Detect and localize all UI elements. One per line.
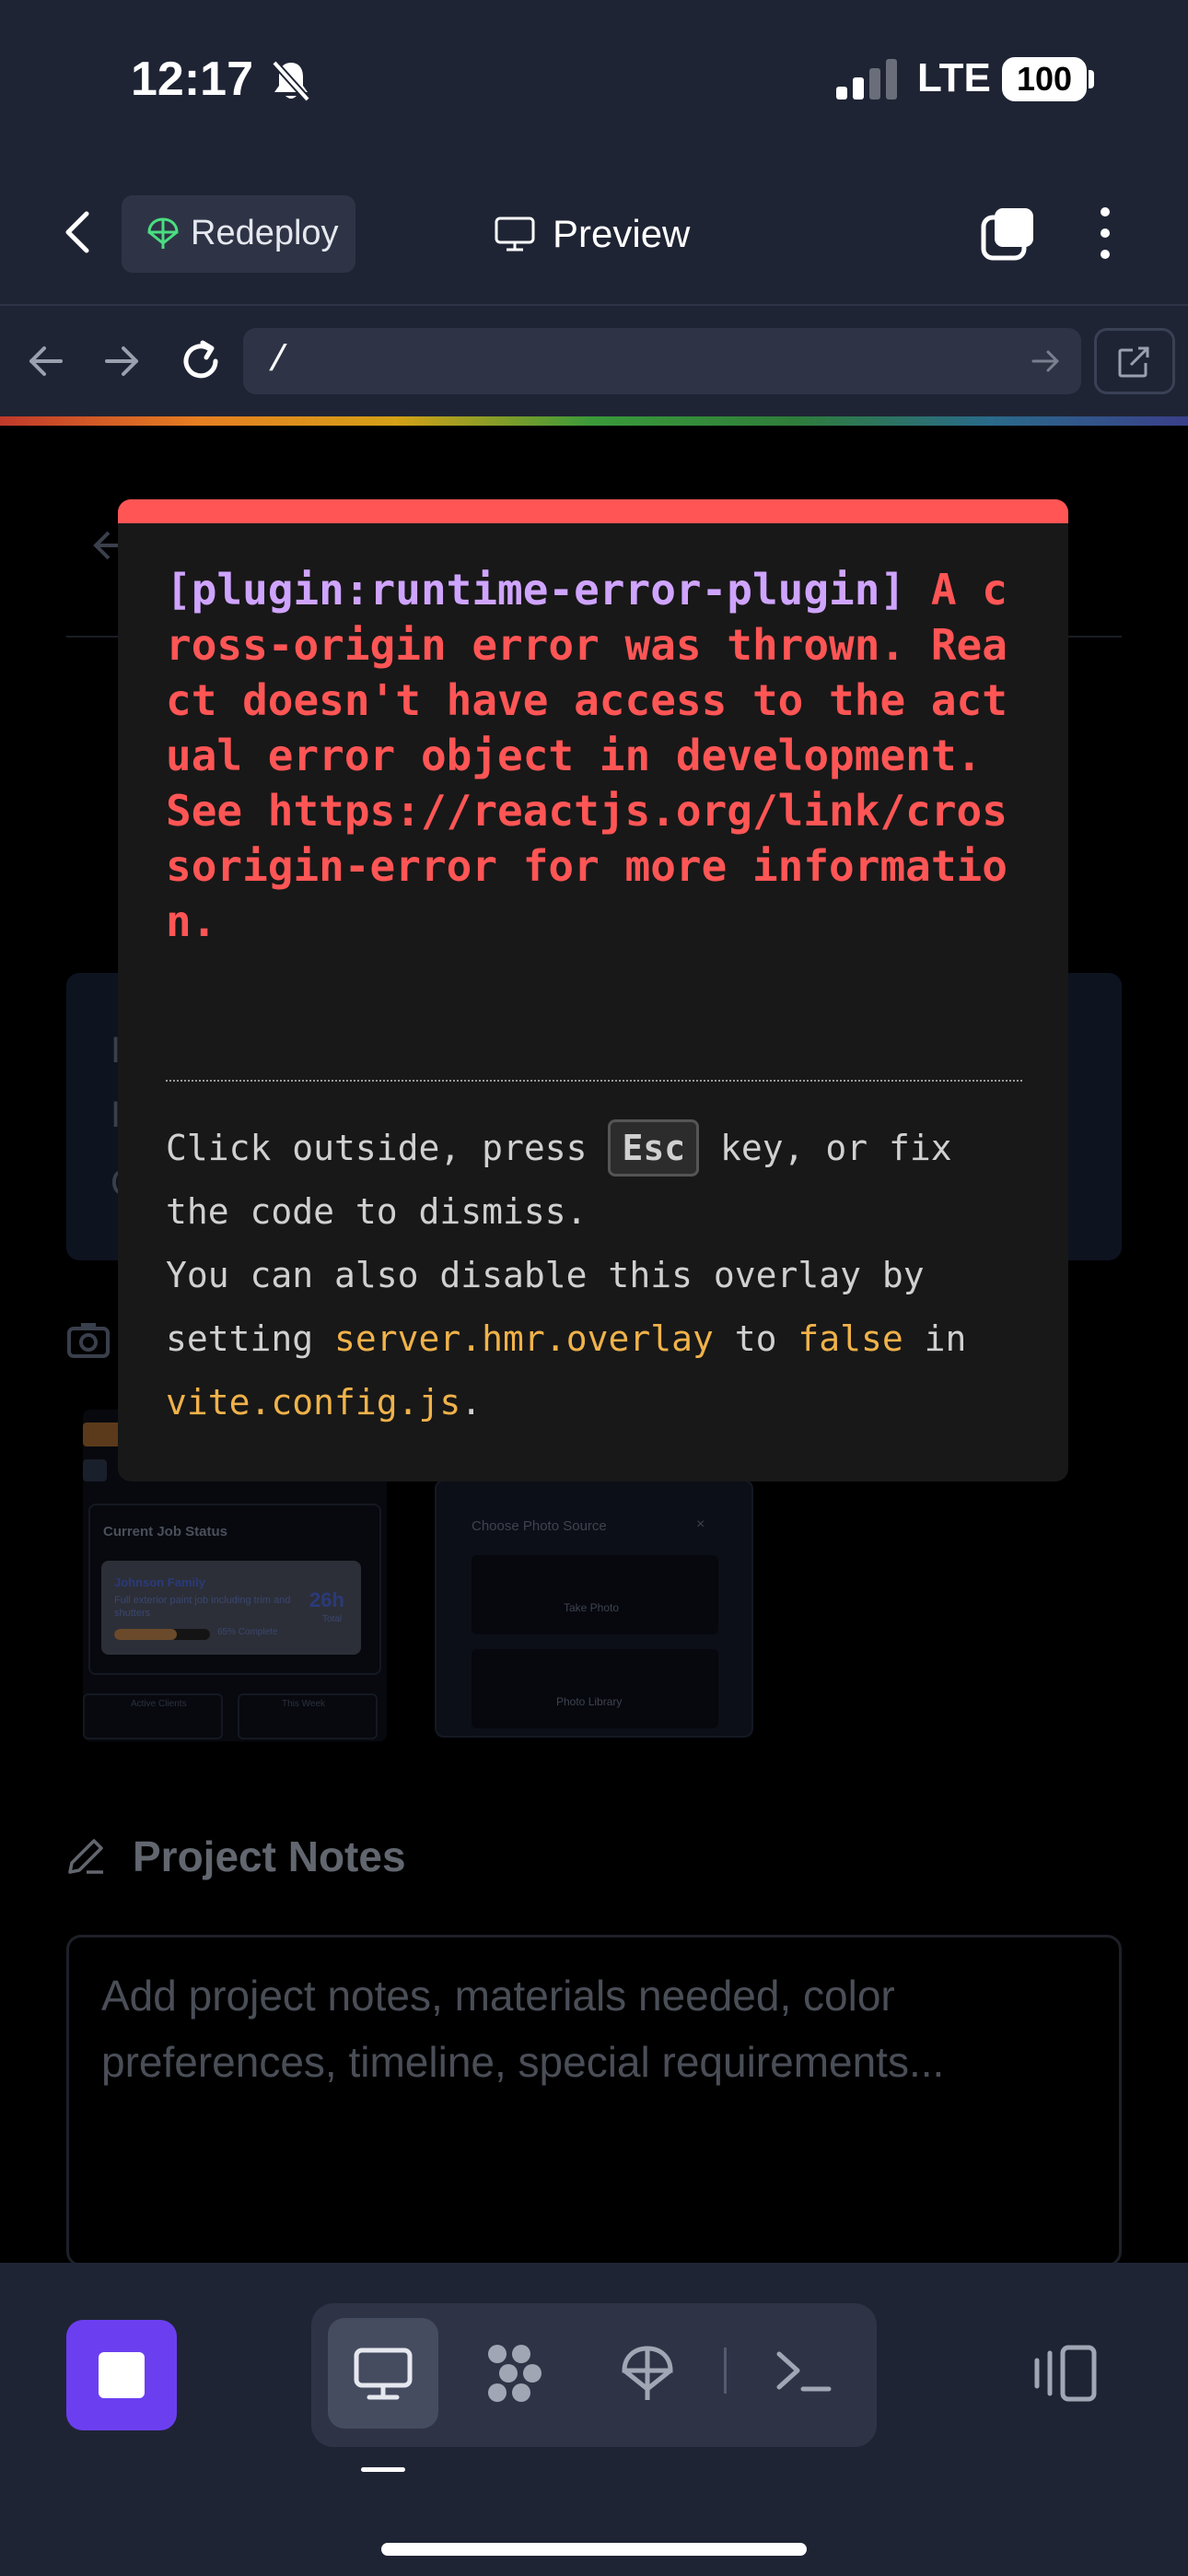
preview-title[interactable]: Preview [553, 212, 690, 256]
bell-muted-icon [272, 60, 310, 102]
job-hours-label: Total [322, 1614, 343, 1624]
apps-grid-icon[interactable] [483, 2341, 547, 2406]
take-photo-option [472, 1555, 718, 1634]
job-client-name: Johnson Family [114, 1575, 205, 1589]
photo-library-option [472, 1649, 718, 1728]
overlay-tip: Click outside, press Esc key, or fix the… [166, 1117, 1022, 1434]
tip-text-1: Click outside, press [166, 1128, 609, 1168]
error-text: A cross-origin error was thrown. React d… [166, 565, 1007, 946]
job-hours: 26h [309, 1588, 344, 1611]
deploy-icon[interactable] [615, 2341, 680, 2406]
url-input[interactable] [243, 328, 1081, 394]
photo-source-title: Choose Photo Source [472, 1518, 607, 1534]
monitor-icon [495, 217, 535, 252]
photo-library-label: Photo Library [556, 1695, 623, 1708]
terminal-icon[interactable] [772, 2341, 836, 2406]
arrow-right-icon[interactable] [99, 341, 144, 381]
progress-rainbow-bar [0, 416, 1188, 426]
pencil-icon [68, 1839, 103, 1874]
back-chevron-icon[interactable] [52, 203, 103, 262]
error-message: [plugin:runtime-error-plugin] A cross-or… [166, 562, 1022, 949]
monitor-icon[interactable] [351, 2341, 415, 2406]
network-type: LTE [917, 55, 991, 100]
config-file-code: vite.config.js [166, 1382, 461, 1423]
false-value-code: false [798, 1318, 903, 1359]
camera-icon [67, 1323, 110, 1358]
signal-icon [836, 59, 897, 100]
url-text[interactable]: / [267, 341, 289, 382]
active-tab-indicator [361, 2467, 405, 2472]
stop-icon [99, 2352, 145, 2398]
esc-key: Esc [608, 1119, 700, 1177]
config-key-code: server.hmr.overlay [334, 1318, 714, 1359]
more-vertical-icon[interactable] [1094, 205, 1116, 262]
overlay-divider [166, 1080, 1022, 1082]
reload-icon[interactable] [177, 337, 225, 385]
home-indicator[interactable] [381, 2543, 807, 2556]
take-photo-label: Take Photo [564, 1601, 620, 1614]
tip-text-4: to [713, 1318, 798, 1359]
go-arrow-icon[interactable] [1030, 346, 1063, 376]
stat-label-this-week: This Week [282, 1699, 326, 1709]
error-plugin-name: [plugin:runtime-error-plugin] [166, 565, 906, 615]
battery-nub [1089, 70, 1094, 88]
job-progress-bar [114, 1629, 210, 1640]
photo-source-close: × [696, 1516, 705, 1532]
job-description: Full exterior paint job including trim a… [114, 1595, 291, 1619]
project-notes-placeholder[interactable]: Add project notes, materials needed, col… [101, 1962, 1096, 2095]
job-progress-fill [114, 1629, 177, 1640]
project-notes-heading: Project Notes [133, 1832, 406, 1880]
job-progress-label: 65% Complete [217, 1627, 278, 1637]
thumbnail-badge-2 [83, 1459, 107, 1481]
dock-separator [724, 2348, 727, 2394]
thumbnail-badge [83, 1423, 122, 1446]
stat-label-active-clients: Active Clients [131, 1699, 187, 1709]
tip-text-6: . [460, 1382, 483, 1423]
job-status-title: Current Job Status [103, 1524, 228, 1540]
split-view-icon[interactable] [1031, 2344, 1098, 2403]
status-time: 12:17 [131, 53, 253, 106]
external-link-icon [1118, 346, 1149, 378]
arrow-left-icon[interactable] [24, 341, 68, 381]
deploy-icon [147, 217, 179, 249]
battery-indicator: 100 [1002, 57, 1087, 101]
tip-text-5: in [903, 1318, 967, 1359]
redeploy-label[interactable]: Redeploy [191, 214, 339, 253]
tabs-icon[interactable] [980, 205, 1037, 262]
